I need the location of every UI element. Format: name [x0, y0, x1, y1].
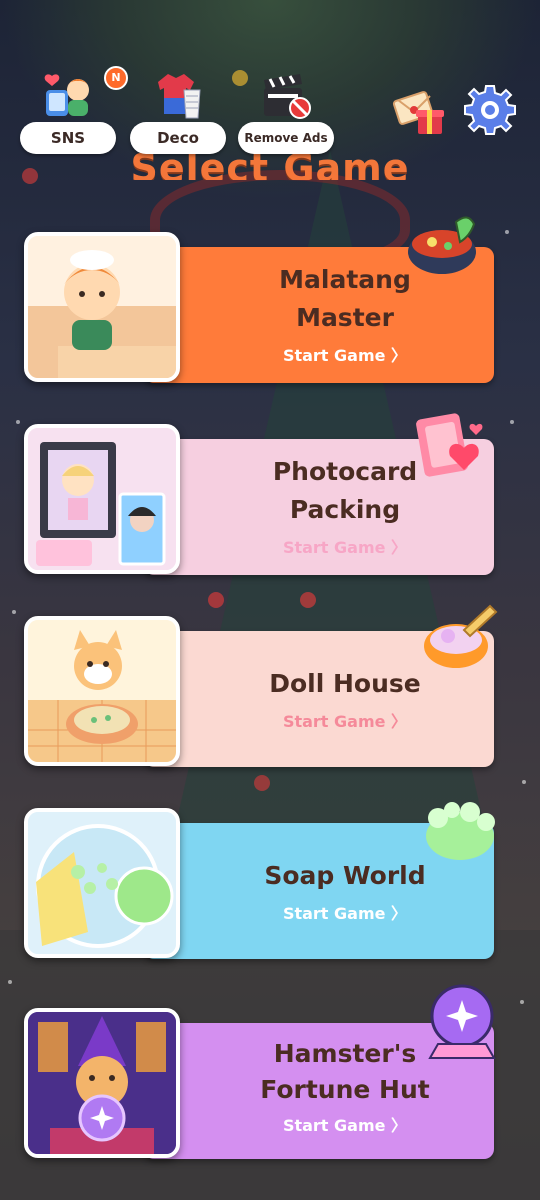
ornament	[300, 592, 316, 608]
snowflake	[505, 230, 509, 234]
gear-icon[interactable]	[464, 84, 516, 136]
game-title-line1: Hamster's	[273, 1039, 417, 1068]
snowflake	[12, 610, 16, 614]
start-game-button[interactable]: Start Game 〉	[200, 534, 490, 558]
game-title-line1: Photocard	[272, 457, 418, 486]
soap-bubble-icon	[420, 796, 500, 866]
game-select-screen: Select Game N SNS Deco Remove Ads Malata…	[0, 0, 540, 1200]
start-game-button[interactable]: Start Game 〉	[200, 708, 490, 732]
game-title-line2: Master	[296, 303, 394, 332]
game-title-line1: Malatang	[279, 265, 411, 294]
snowflake	[8, 980, 12, 984]
start-game-button[interactable]: Start Game 〉	[200, 900, 490, 924]
game-title-line2: Packing	[289, 495, 401, 524]
ornament	[254, 775, 270, 791]
dollhouse-thumbnail	[24, 616, 180, 766]
deco-label: Deco	[130, 122, 226, 154]
game-card-photocard[interactable]: Photocard Packing Start Game 〉	[24, 413, 494, 575]
remove-ads-button[interactable]: Remove Ads	[238, 60, 334, 160]
game-card-malatang[interactable]: Malatang Master Start Game 〉	[24, 216, 494, 383]
game-title-line2: Fortune Hut	[260, 1075, 430, 1104]
ornament	[208, 592, 224, 608]
game-card-dollhouse[interactable]: Doll House Start Game 〉	[24, 604, 498, 767]
hamster-thumbnail	[24, 1008, 180, 1158]
notification-badge: N	[104, 66, 128, 90]
soup-bowl-icon	[418, 600, 498, 670]
start-game-button[interactable]: Start Game 〉	[200, 1112, 490, 1136]
snowflake	[510, 420, 514, 424]
start-game-button[interactable]: Start Game 〉	[200, 342, 490, 366]
game-card-soapworld[interactable]: Soap World Start Game 〉	[24, 802, 495, 959]
top-bar: N SNS Deco Remove Ads	[0, 60, 540, 160]
snowflake	[520, 1000, 524, 1004]
snowflake	[16, 420, 20, 424]
remove-ads-label: Remove Ads	[238, 122, 334, 154]
photocard-thumbnail	[24, 424, 180, 574]
game-title-line1: Doll House	[269, 669, 421, 698]
soapworld-thumbnail	[24, 808, 180, 958]
ornament	[22, 168, 38, 184]
game-title-line1: Soap World	[264, 861, 426, 890]
sns-label: SNS	[20, 122, 116, 154]
malatang-thumbnail	[24, 232, 180, 382]
clapperboard-icon	[258, 68, 314, 124]
deco-shirt-icon	[150, 68, 206, 124]
gift-letter-icon[interactable]	[392, 86, 446, 140]
sns-phone-icon	[40, 68, 96, 124]
game-card-hamster-fortune[interactable]: Hamster's Fortune Hut Start Game 〉	[24, 984, 496, 1159]
deco-button[interactable]: Deco	[130, 60, 226, 160]
snowflake	[522, 780, 526, 784]
sns-button[interactable]: N SNS	[20, 60, 128, 160]
